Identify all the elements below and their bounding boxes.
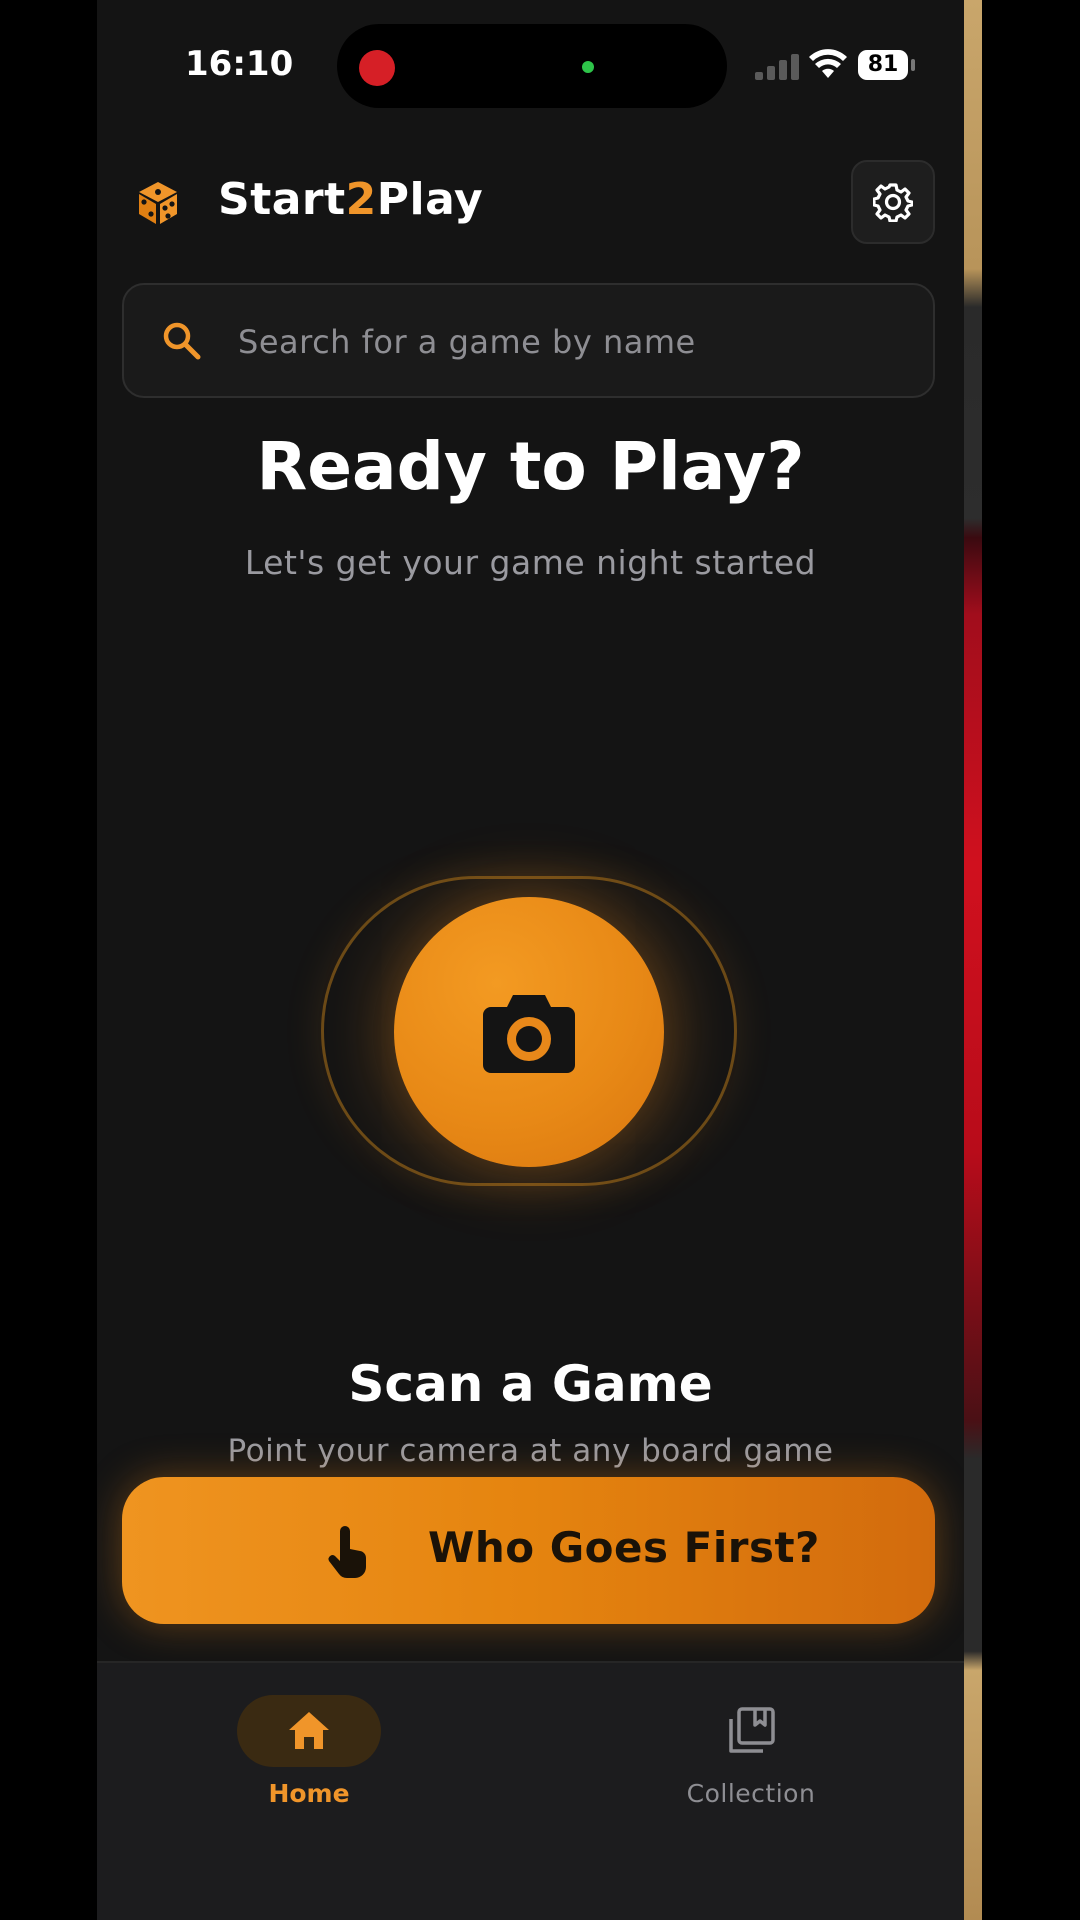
app-screen: 16:10 81 Start2Play Search for a game by… (97, 0, 964, 1920)
scan-subtitle: Point your camera at any board game (227, 1433, 834, 1469)
camera-icon (483, 995, 575, 1073)
collection-icon[interactable] (727, 1707, 775, 1755)
background-edge (964, 0, 982, 1920)
app-title: Start2Play (218, 174, 483, 225)
app-title-part1: Start (218, 174, 346, 225)
signal-icon (755, 52, 803, 80)
who-goes-first-label: Who Goes First? (428, 1523, 820, 1572)
wifi-icon (809, 49, 847, 78)
search-bar[interactable] (122, 283, 935, 398)
settings-button[interactable] (851, 160, 935, 244)
gear-icon (873, 183, 913, 222)
battery-nub (911, 59, 915, 71)
screen: 16:10 81 Start2Play Search for a game by… (0, 0, 1080, 1920)
search-input[interactable] (236, 315, 900, 369)
tab-home-label[interactable]: Home (209, 1779, 409, 1808)
app-title-accent: 2 (345, 174, 377, 225)
camera-indicator (582, 61, 594, 73)
who-goes-first-button[interactable]: Who Goes First? (122, 1477, 935, 1624)
dice-icon (139, 182, 177, 224)
hero-subtitle: Let's get your game night started (244, 543, 817, 582)
tap-hand-icon (328, 1526, 367, 1578)
app-title-part2: Play (376, 174, 484, 225)
dynamic-island (337, 24, 727, 108)
hero-title: Ready to Play? (256, 428, 805, 505)
battery-indicator: 81 (858, 50, 908, 80)
status-time: 16:10 (185, 44, 294, 84)
recording-indicator (359, 50, 395, 86)
home-icon[interactable] (287, 1709, 331, 1753)
scan-title: Scan a Game (348, 1355, 713, 1413)
scan-game-button[interactable] (394, 897, 664, 1167)
search-icon (163, 322, 201, 360)
tab-collection-label[interactable]: Collection (651, 1779, 851, 1808)
